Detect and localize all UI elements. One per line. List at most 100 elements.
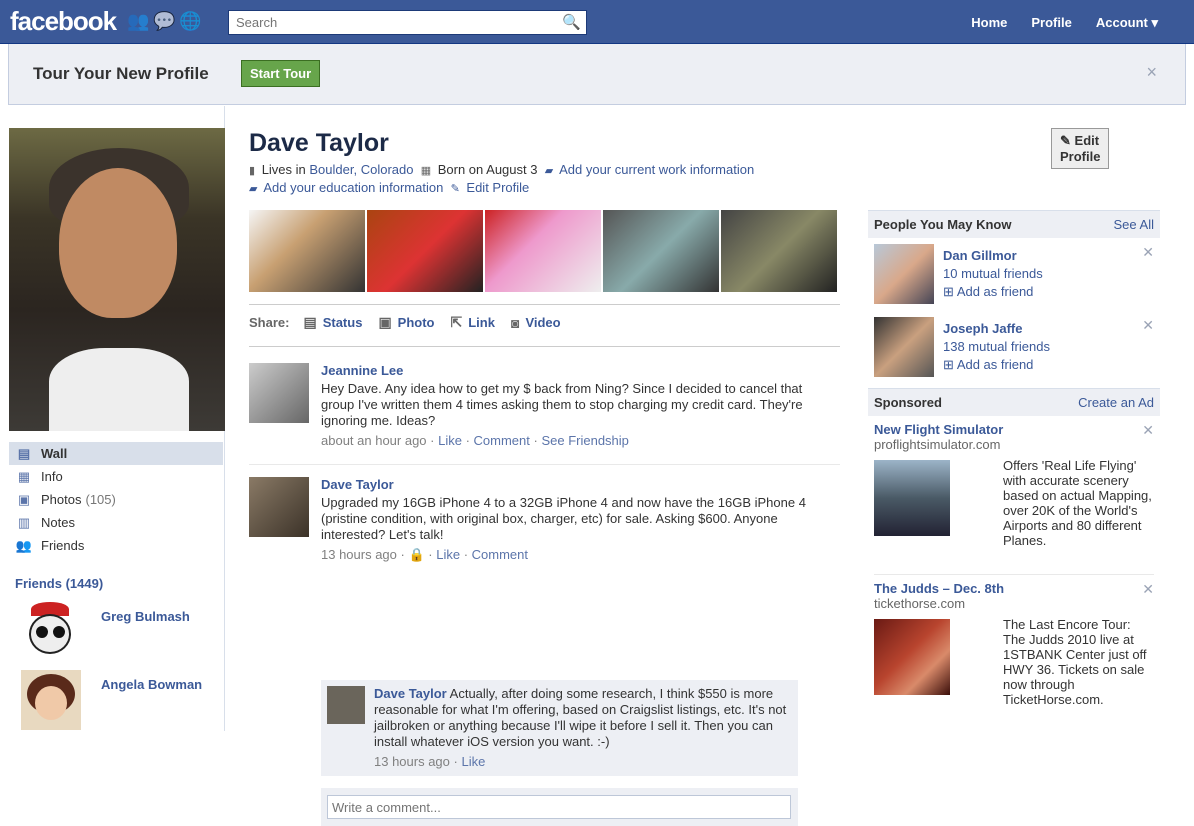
friend-requests-icon[interactable]: 👥 bbox=[127, 11, 149, 31]
profile-picture[interactable] bbox=[9, 128, 225, 431]
friends-icon: 👥 bbox=[15, 537, 33, 553]
post-text: Upgraded my 16GB iPhone 4 to a 32GB iPho… bbox=[321, 495, 806, 542]
ad-title[interactable]: New Flight Simulator bbox=[868, 422, 1160, 437]
profile-nav: ▤ Wall ▦ Info ▣ Photos (105) ▥ Notes 👥 F… bbox=[9, 442, 223, 557]
comment-author-avatar[interactable] bbox=[327, 686, 365, 724]
friend-avatar[interactable] bbox=[21, 602, 81, 662]
close-icon[interactable]: × bbox=[1146, 62, 1157, 83]
pymk-name[interactable]: Joseph Jaffe bbox=[943, 320, 1050, 338]
photo-thumbnail[interactable] bbox=[367, 210, 483, 292]
mutual-friends-link[interactable]: 10 mutual friends bbox=[943, 265, 1043, 283]
lock-icon: 🔒 bbox=[408, 547, 425, 562]
start-tour-button[interactable]: Start Tour bbox=[241, 60, 321, 87]
photo-thumbnail[interactable] bbox=[721, 210, 837, 292]
comment-author[interactable]: Dave Taylor bbox=[374, 686, 447, 701]
friend-avatar[interactable] bbox=[21, 670, 81, 730]
pymk-avatar[interactable] bbox=[874, 244, 934, 304]
close-icon[interactable]: ✕ bbox=[1142, 422, 1154, 439]
search-input[interactable] bbox=[229, 11, 559, 34]
photo-thumbnail[interactable] bbox=[249, 210, 365, 292]
post-meta: about an hour ago · Like · Comment · See… bbox=[321, 433, 629, 448]
friends-heading[interactable]: Friends (1449) bbox=[15, 576, 103, 591]
nav-profile[interactable]: Profile bbox=[1019, 15, 1083, 31]
messages-icon[interactable]: 💬 bbox=[153, 11, 175, 31]
pencil-icon: ✎ bbox=[1060, 133, 1071, 148]
share-video[interactable]: ◙ Video bbox=[511, 315, 561, 331]
nav-friends[interactable]: 👥 Friends bbox=[9, 534, 223, 557]
edit-profile-link[interactable]: Edit Profile bbox=[466, 180, 529, 195]
pymk-info: Dan Gillmor 10 mutual friends ⊞ Add as f… bbox=[943, 247, 1043, 301]
post-body: Dave Taylor Upgraded my 16GB iPhone 4 to… bbox=[321, 477, 836, 563]
profile-picture-shirt bbox=[49, 348, 189, 431]
work-icon: ▰ bbox=[544, 165, 554, 177]
mutual-friends-link[interactable]: 138 mutual friends bbox=[943, 338, 1050, 356]
comment-link[interactable]: Comment bbox=[474, 433, 530, 448]
share-link-label: Link bbox=[468, 315, 495, 330]
add-work-link[interactable]: Add your current work information bbox=[559, 162, 754, 177]
add-friend-icon: ⊞ bbox=[943, 284, 954, 299]
search-icon[interactable]: 🔍 bbox=[562, 13, 581, 31]
link-icon: ⇱ bbox=[450, 314, 463, 330]
lives-place-link[interactable]: Boulder, Colorado bbox=[309, 162, 413, 177]
post-author-avatar[interactable] bbox=[249, 477, 309, 537]
dismiss-icon[interactable]: ✕ bbox=[1142, 244, 1154, 261]
friend-name[interactable]: Angela Bowman bbox=[101, 677, 202, 692]
facebook-logo[interactable]: facebook bbox=[10, 6, 117, 37]
nav-wall[interactable]: ▤ Wall bbox=[9, 442, 223, 465]
add-friend-link[interactable]: ⊞ Add as friend bbox=[943, 356, 1050, 374]
see-friendship-link[interactable]: See Friendship bbox=[541, 433, 628, 448]
share-photo[interactable]: ▣ Photo bbox=[378, 314, 434, 331]
friend-name[interactable]: Greg Bulmash bbox=[101, 609, 190, 624]
pymk-name[interactable]: Dan Gillmor bbox=[943, 247, 1043, 265]
edit-profile-button[interactable]: ✎ Edit Profile bbox=[1051, 128, 1110, 169]
ad-image[interactable] bbox=[874, 619, 950, 695]
close-icon[interactable]: ✕ bbox=[1142, 581, 1154, 598]
add-friend-link[interactable]: ⊞ Add as friend bbox=[943, 283, 1043, 301]
like-link[interactable]: Like bbox=[436, 547, 460, 562]
add-friend-label: Add as friend bbox=[956, 284, 1034, 299]
add-education-link[interactable]: Add your education information bbox=[263, 180, 443, 195]
friend-item[interactable]: Greg Bulmash bbox=[21, 602, 190, 662]
photo-icon: ▣ bbox=[378, 314, 392, 330]
post-author[interactable]: Dave Taylor bbox=[321, 477, 836, 492]
status-icon: ▤ bbox=[303, 314, 317, 330]
comment-like-link[interactable]: Like bbox=[461, 754, 485, 769]
nav-account[interactable]: Account ▾ bbox=[1084, 15, 1170, 31]
like-link[interactable]: Like bbox=[438, 433, 462, 448]
photos-icon: ▣ bbox=[17, 491, 31, 507]
pymk-info: Joseph Jaffe 138 mutual friends ⊞ Add as… bbox=[943, 320, 1050, 374]
ad-domain: tickethorse.com bbox=[874, 596, 966, 611]
post-author-avatar[interactable] bbox=[249, 363, 309, 423]
ad-domain: proflightsimulator.com bbox=[874, 437, 1001, 452]
share-link[interactable]: ⇱ Link bbox=[451, 314, 495, 331]
comment-input[interactable] bbox=[327, 795, 791, 819]
see-all-link[interactable]: See All bbox=[1114, 217, 1154, 232]
tour-title: Tour Your New Profile bbox=[33, 64, 209, 83]
tour-banner: Tour Your New Profile Start Tour × bbox=[8, 44, 1186, 105]
friend-item[interactable]: Angela Bowman bbox=[21, 670, 202, 730]
pymk-avatar[interactable] bbox=[874, 317, 934, 377]
photo-thumbnail[interactable] bbox=[485, 210, 601, 292]
divider bbox=[249, 346, 840, 347]
top-nav: Home Profile Account ▾ bbox=[959, 15, 1170, 31]
education-icon: ▰ bbox=[249, 183, 258, 195]
photo-thumbnail[interactable] bbox=[603, 210, 719, 292]
birthday-icon: ▦ bbox=[420, 165, 432, 177]
pencil-icon: ✎ bbox=[450, 183, 460, 195]
dismiss-icon[interactable]: ✕ bbox=[1142, 317, 1154, 334]
nav-home[interactable]: Home bbox=[959, 15, 1019, 31]
nav-info[interactable]: ▦ Info bbox=[9, 465, 223, 488]
nav-notes[interactable]: ▥ Notes bbox=[9, 511, 223, 534]
nav-photos[interactable]: ▣ Photos (105) bbox=[9, 488, 223, 511]
ad-title[interactable]: The Judds – Dec. 8th bbox=[868, 581, 1160, 596]
comment-link[interactable]: Comment bbox=[472, 547, 528, 562]
post-author[interactable]: Jeannine Lee bbox=[321, 363, 836, 378]
create-ad-link[interactable]: Create an Ad bbox=[1078, 395, 1154, 410]
ad-image[interactable] bbox=[874, 460, 950, 536]
pymk-item: Dan Gillmor 10 mutual friends ⊞ Add as f… bbox=[868, 244, 1160, 311]
notifications-icon[interactable]: 🌐 bbox=[179, 11, 201, 31]
share-status[interactable]: ▤ Status bbox=[303, 314, 362, 331]
profile-name: Dave Taylor bbox=[249, 129, 389, 157]
ad-item: The Judds – Dec. 8th tickethorse.com The… bbox=[868, 581, 1160, 711]
pymk-header: People You May Know See All bbox=[868, 210, 1160, 238]
